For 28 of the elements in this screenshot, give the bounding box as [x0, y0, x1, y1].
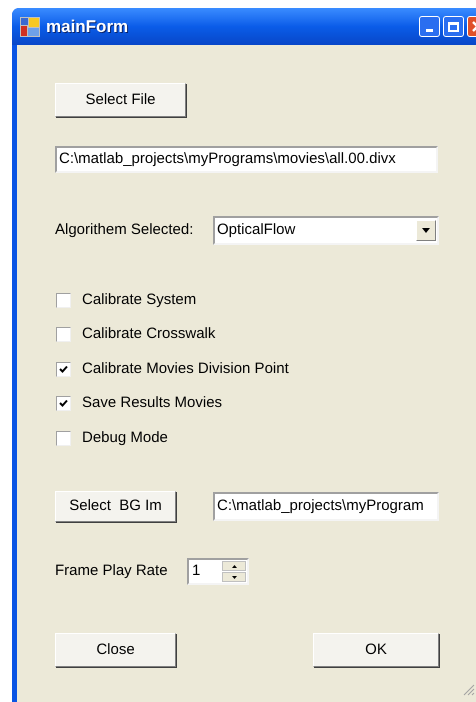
maximize-button[interactable]: [443, 16, 464, 37]
checkbox[interactable]: [56, 396, 71, 411]
frame-rate-spinner[interactable]: 1: [187, 558, 249, 585]
spinner-arrows-icon: [222, 561, 246, 582]
frame-rate-label: Frame Play Rate: [55, 561, 169, 582]
select-file-button[interactable]: Select File: [55, 83, 186, 117]
ok-button[interactable]: OK: [313, 633, 439, 667]
resize-grip-icon: [463, 684, 475, 696]
background-path-field[interactable]: C:\matlab_projects\myProgram: [213, 492, 439, 521]
checkbox-label: Save Results Movies: [82, 393, 222, 414]
algorithm-dropdown[interactable]: OpticalFlow: [213, 216, 439, 245]
checkbox-label: Calibrate System: [82, 290, 196, 310]
file-path-field[interactable]: C:\matlab_projects\myPrograms\movies\all.00.divx: [55, 146, 438, 173]
checkbox-label: Calibrate Movies Division Point: [82, 358, 289, 379]
close-form-button[interactable]: Close: [55, 633, 176, 667]
checkbox-label: Debug Mode: [82, 428, 168, 448]
checkbox[interactable]: [56, 430, 71, 446]
minimize-button[interactable]: [419, 16, 440, 37]
check-mark-icon: [59, 399, 68, 408]
checkbox[interactable]: [56, 362, 71, 376]
check-mark-icon: [59, 364, 68, 374]
algorithm-label: Algorithem Selected:: [55, 220, 194, 240]
checkbox-label: Calibrate Crosswalk: [82, 324, 216, 344]
checkbox[interactable]: [56, 292, 71, 308]
form-icon: [20, 16, 40, 36]
checkbox[interactable]: [56, 327, 71, 342]
select-background-button[interactable]: Select BG Im: [55, 491, 176, 522]
window-title: mainForm: [46, 16, 128, 38]
